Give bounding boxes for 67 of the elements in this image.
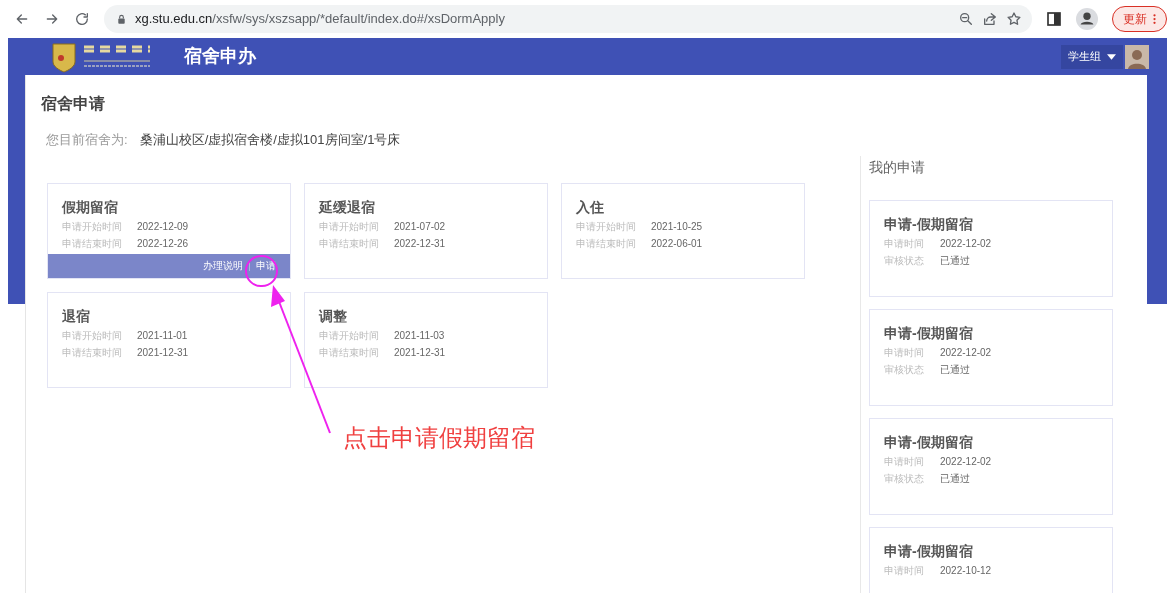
- field-value: 2022-12-02: [940, 346, 992, 360]
- field-value: 2022-12-02: [940, 237, 992, 251]
- star-icon[interactable]: [1006, 11, 1022, 27]
- side-panel-icon[interactable]: [1046, 11, 1062, 27]
- field-label: 申请结束时间: [62, 346, 123, 360]
- card-title: 入住: [576, 198, 605, 217]
- card-title: 假期留宿: [62, 198, 119, 217]
- service-card[interactable]: 入住 申请开始时间 2021-10-25 申请结束时间 2022-06-01: [561, 183, 805, 279]
- address-bar[interactable]: xg.stu.edu.cn/xsfw/sys/xszsapp/*default/index.do#/xsDormApply: [104, 5, 1032, 33]
- card-title: 申请-假期留宿: [884, 542, 974, 561]
- field-value: 2021-07-02: [394, 220, 446, 234]
- annotation-text: 点击申请假期留宿: [343, 423, 535, 453]
- field-value: 2021-10-25: [651, 220, 703, 234]
- url-text: xg.stu.edu.cn/xsfw/sys/xszsapp/*default/index.do#/xsDormApply: [135, 10, 505, 29]
- service-card[interactable]: 延缓退宿 申请开始时间 2021-07-02 申请结束时间 2022-12-31: [304, 183, 548, 279]
- field-value: 已通过: [940, 472, 970, 486]
- field-value: 2021-12-31: [137, 346, 189, 360]
- field-label: 申请时间: [884, 237, 925, 251]
- forward-icon[interactable]: [44, 11, 60, 27]
- field-label: 申请开始时间: [576, 220, 637, 234]
- service-card[interactable]: 退宿 申请开始时间 2021-11-01 申请结束时间 2021-12-31: [47, 292, 291, 388]
- field-value: 2022-12-26: [137, 237, 189, 251]
- dorm-value: 桑浦山校区/虚拟宿舍楼/虚拟101房间室/1号床: [139, 131, 401, 149]
- app-title: 宿舍申办: [184, 45, 256, 68]
- reload-icon[interactable]: [74, 11, 90, 27]
- field-label: 申请结束时间: [319, 346, 380, 360]
- card-title: 申请-假期留宿: [884, 324, 974, 343]
- field-label: 申请开始时间: [319, 220, 380, 234]
- application-card[interactable]: 申请-假期留宿 申请时间 2022-10-12: [869, 527, 1113, 593]
- field-label: 申请开始时间: [319, 329, 380, 343]
- profile-icon[interactable]: [1076, 8, 1098, 30]
- page-title: 宿舍申请: [41, 94, 106, 114]
- card-title: 延缓退宿: [319, 198, 376, 217]
- field-value: 2021-11-03: [394, 329, 445, 343]
- field-value: 已通过: [940, 363, 970, 377]
- update-button[interactable]: 更新: [1112, 6, 1167, 32]
- field-label: 申请结束时间: [576, 237, 637, 251]
- lock-icon: [116, 13, 127, 25]
- card-title: 调整: [319, 307, 348, 326]
- field-value: 2022-12-09: [137, 220, 189, 234]
- back-icon[interactable]: [14, 11, 30, 27]
- dorm-label: 您目前宿舍为:: [46, 131, 128, 149]
- caret-icon: [1107, 53, 1116, 60]
- service-card[interactable]: 调整 申请开始时间 2021-11-03 申请结束时间 2021-12-31: [304, 292, 548, 388]
- card-title: 申请-假期留宿: [884, 433, 974, 452]
- field-label: 申请结束时间: [62, 237, 123, 251]
- field-label: 申请时间: [884, 455, 925, 469]
- field-value: 2022-10-12: [940, 564, 992, 578]
- card-title: 退宿: [62, 307, 91, 326]
- field-label: 申请时间: [884, 564, 925, 578]
- field-value: 2022-12-31: [394, 237, 446, 251]
- field-value: 2021-11-01: [137, 329, 188, 343]
- card-title: 申请-假期留宿: [884, 215, 974, 234]
- section-title: 我的申请: [869, 158, 926, 177]
- field-value: 2021-12-31: [394, 346, 446, 360]
- zoom-out-icon[interactable]: [958, 11, 974, 27]
- field-value: 已通过: [940, 254, 970, 268]
- share-icon[interactable]: [982, 11, 998, 27]
- field-value: 2022-06-01: [651, 237, 703, 251]
- field-label: 申请结束时间: [319, 237, 380, 251]
- avatar-icon[interactable]: [1125, 44, 1149, 69]
- field-label: 申请时间: [884, 346, 925, 360]
- field-label: 申请开始时间: [62, 329, 123, 343]
- field-value: 2022-12-02: [940, 455, 992, 469]
- more-icon[interactable]: [1153, 13, 1156, 25]
- user-role-dropdown[interactable]: 学生组: [1061, 44, 1123, 69]
- field-label: 申请开始时间: [62, 220, 123, 234]
